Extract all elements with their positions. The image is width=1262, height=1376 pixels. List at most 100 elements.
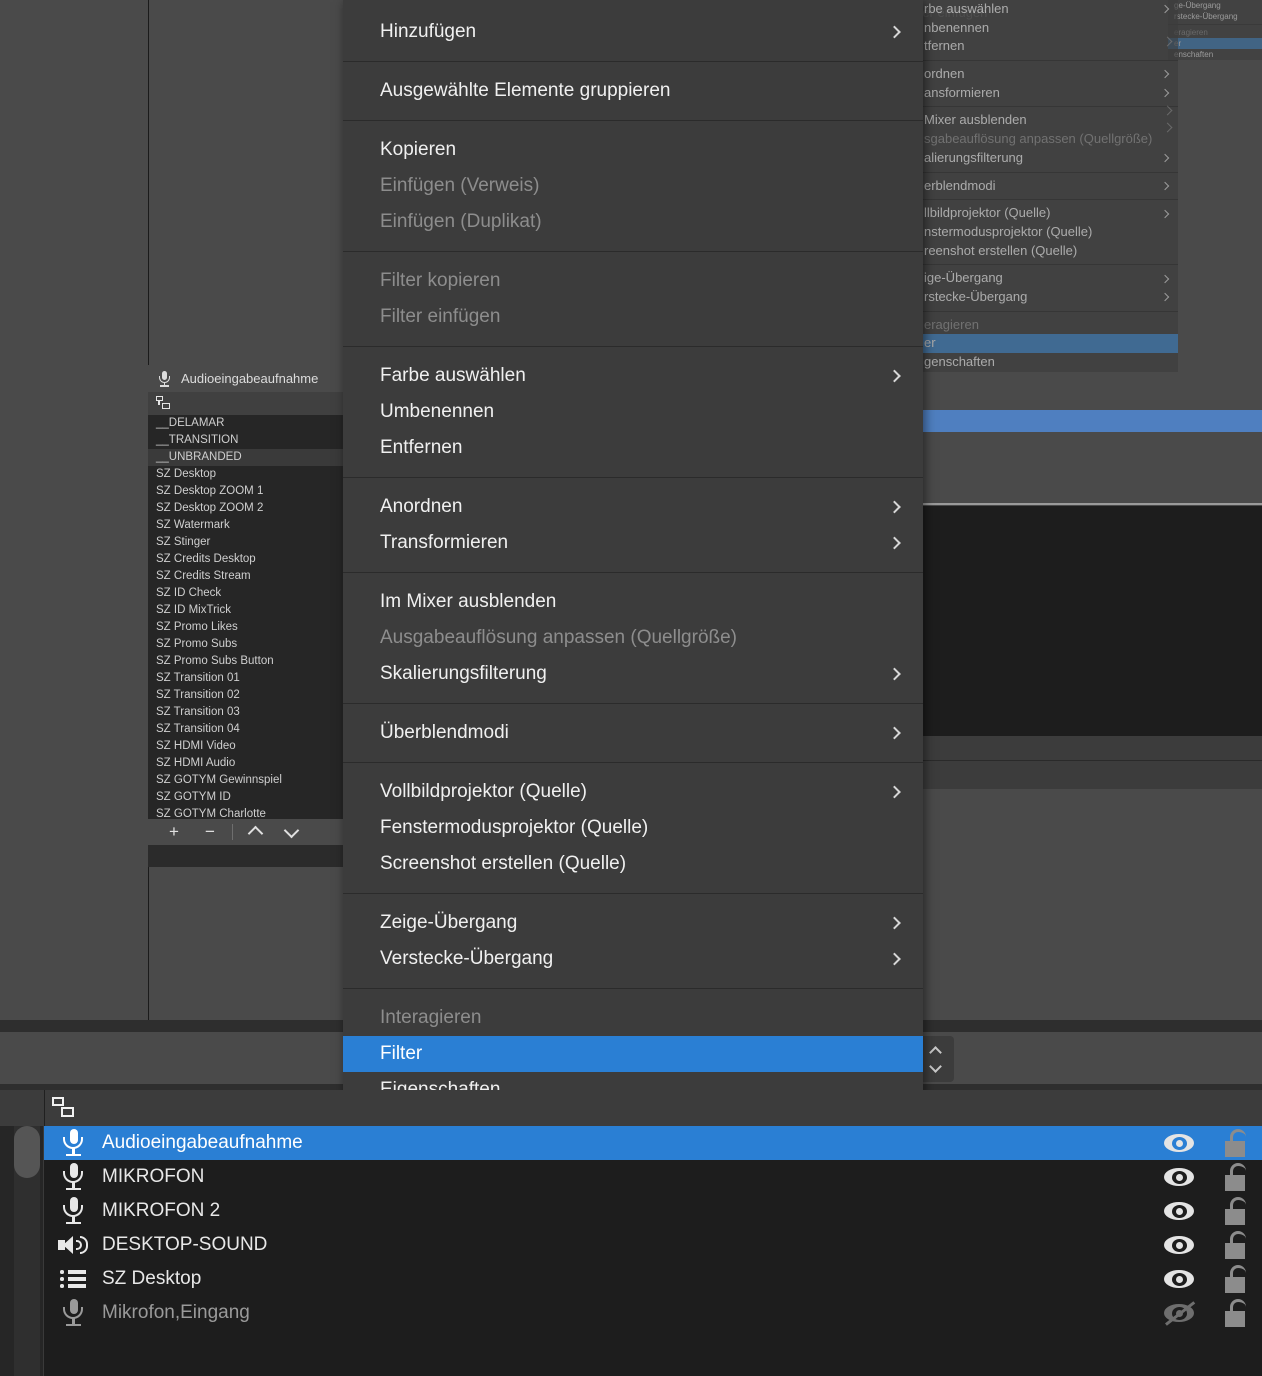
table-row[interactable]: SZ Desktop [44, 1262, 1262, 1296]
menu-item[interactable]: Vollbildprojektor (Quelle) [343, 774, 923, 810]
table-row[interactable]: MIKROFON [44, 1160, 1262, 1194]
chevron-down-icon[interactable] [928, 1059, 942, 1073]
lock-open-icon[interactable] [1222, 1265, 1248, 1293]
lock-open-icon[interactable] [1222, 1197, 1248, 1225]
menu-item-label: Transformieren [380, 532, 509, 553]
background-selected-row [918, 410, 1262, 432]
row-actions [1162, 1262, 1248, 1296]
move-up-button[interactable] [237, 819, 273, 845]
menu-item-label: Ausgabeauflösung anpassen (Quellgröße) [380, 627, 738, 648]
menu-separator [343, 762, 923, 763]
sources-scrollbar-thumb[interactable] [14, 1126, 40, 1178]
list-item[interactable]: SZ GOTYM Charlotte [148, 806, 344, 819]
move-down-button[interactable] [273, 819, 309, 845]
list-item[interactable]: SZ HDMI Video [148, 738, 344, 755]
menu-item[interactable]: Zeige-Übergang [343, 905, 923, 941]
menu-item[interactable]: Filter [343, 1036, 923, 1072]
sources-header-divider [44, 1090, 45, 1126]
menu-item[interactable]: Skalierungsfilterung [343, 656, 923, 692]
background-menu-item: ordnen [912, 65, 1178, 84]
background-menu-item-label: llbildprojektor (Quelle) [924, 205, 1051, 221]
menu-separator [343, 477, 923, 478]
list-item[interactable]: SZ ID MixTrick [148, 602, 344, 619]
table-row[interactable]: Mikrofon,Eingang [44, 1296, 1262, 1330]
menu-item[interactable]: Ausgewählte Elemente gruppieren [343, 73, 923, 109]
menu-item[interactable]: Farbe auswählen [343, 358, 923, 394]
menu-item[interactable]: Hinzufügen [343, 14, 923, 50]
background-menu-item-label: alierungsfilterung [924, 149, 1024, 165]
list-item[interactable]: SZ Promo Likes [148, 619, 344, 636]
lock-open-icon[interactable] [1222, 1231, 1248, 1259]
list-item[interactable]: SZ Credits Desktop [148, 551, 344, 568]
list-item[interactable]: __UNBRANDED [148, 449, 344, 466]
menu-item[interactable]: Kopieren [343, 132, 923, 168]
eye-hidden-icon[interactable] [1162, 1301, 1196, 1326]
list-item[interactable]: SZ Transition 03 [148, 704, 344, 721]
menu-item[interactable]: Fenstermodusprojektor (Quelle) [343, 810, 923, 846]
add-scene-button[interactable]: + [156, 819, 192, 845]
remove-scene-button[interactable]: − [192, 819, 228, 845]
menu-item[interactable]: Screenshot erstellen (Quelle) [343, 846, 923, 882]
list-item[interactable]: SZ Promo Subs Button [148, 653, 344, 670]
submenu-arrow-icon [888, 536, 901, 550]
menu-item[interactable]: Anordnen [343, 489, 923, 525]
list-item[interactable]: SZ Desktop ZOOM 1 [148, 483, 344, 500]
menu-item[interactable]: Transformieren [343, 525, 923, 561]
toolbar-divider [232, 824, 233, 840]
background-menu-item-label: rstecke-Übergang [1174, 12, 1238, 21]
menu-item[interactable]: Entfernen [343, 430, 923, 466]
group-sources-icon[interactable] [52, 1097, 74, 1118]
background-menu-item-label: er [924, 335, 936, 351]
background-menu-item-label: Mixer ausblenden [924, 112, 1027, 128]
list-item[interactable]: SZ Transition 01 [148, 670, 344, 687]
eye-visible-icon[interactable] [1162, 1200, 1196, 1222]
scenes-panel: Audioeingabeaufnahme __DELAMAR __TRANSITI… [148, 365, 344, 867]
chevron-up-icon [247, 825, 263, 842]
menu-item-label: Überblendmodi [380, 722, 509, 743]
menu-item-label: Zeige-Übergang [380, 912, 518, 933]
list-item[interactable]: SZ GOTYM ID [148, 789, 344, 806]
submenu-arrow-icon [888, 952, 901, 966]
eye-visible-icon[interactable] [1162, 1268, 1196, 1290]
submenu-arrow-icon [888, 785, 901, 799]
chevron-up-icon[interactable] [928, 1045, 942, 1059]
list-item[interactable]: SZ Credits Stream [148, 568, 344, 585]
list-item[interactable]: __TRANSITION [148, 432, 344, 449]
list-item[interactable]: SZ Transition 02 [148, 687, 344, 704]
eye-visible-icon[interactable] [1162, 1234, 1196, 1256]
table-row[interactable]: MIKROFON 2 [44, 1194, 1262, 1228]
background-menu-item-label: ansformieren [924, 84, 1000, 100]
list-item[interactable]: SZ Watermark [148, 517, 344, 534]
menu-item[interactable]: Verstecke-Übergang [343, 941, 923, 977]
submenu-arrow-icon [1160, 153, 1170, 163]
menu-item[interactable]: Im Mixer ausblenden [343, 584, 923, 620]
list-item[interactable]: __DELAMAR [148, 415, 344, 432]
menu-item[interactable]: Überblendmodi [343, 715, 923, 751]
table-row[interactable]: Audioeingabeaufnahme [44, 1126, 1262, 1160]
sources-list[interactable]: Audioeingabeaufnahme MIKROFON MIKROFON 2 DE… [44, 1126, 1262, 1330]
background-menu-item: er [912, 334, 1178, 353]
lock-open-icon[interactable] [1222, 1163, 1248, 1191]
menu-item-label: Einfügen (Duplikat) [380, 211, 542, 232]
list-item[interactable]: SZ GOTYM Gewinnspiel [148, 772, 344, 789]
menu-item-label: Im Mixer ausblenden [380, 591, 557, 612]
list-item[interactable]: SZ Stinger [148, 534, 344, 551]
menu-item[interactable]: Umbenennen [343, 394, 923, 430]
background-context-menu: rbe auswählen nbenennen tfernen ordnen ansfo… [912, 0, 1178, 372]
source-name-label: Mikrofon,Eingang [102, 1302, 250, 1323]
eye-visible-icon[interactable] [1162, 1132, 1196, 1154]
list-item[interactable]: SZ Desktop [148, 466, 344, 483]
list-item[interactable]: SZ ID Check [148, 585, 344, 602]
scenes-list[interactable]: __DELAMAR __TRANSITION __UNBRANDED SZ Deskt… [148, 415, 344, 819]
submenu-arrow-icon [1160, 209, 1170, 218]
list-item[interactable]: SZ HDMI Audio [148, 755, 344, 772]
menu-separator [912, 60, 1178, 62]
list-item[interactable]: SZ Transition 04 [148, 721, 344, 738]
source-context-menu[interactable]: Hinzufügen Ausgewählte Elemente gruppiere… [343, 0, 923, 1134]
list-item[interactable]: SZ Desktop ZOOM 2 [148, 500, 344, 517]
eye-visible-icon[interactable] [1162, 1166, 1196, 1188]
list-item[interactable]: SZ Promo Subs [148, 636, 344, 653]
table-row[interactable]: DESKTOP-SOUND [44, 1228, 1262, 1262]
lock-open-icon[interactable] [1222, 1299, 1248, 1327]
lock-open-icon[interactable] [1222, 1129, 1248, 1157]
